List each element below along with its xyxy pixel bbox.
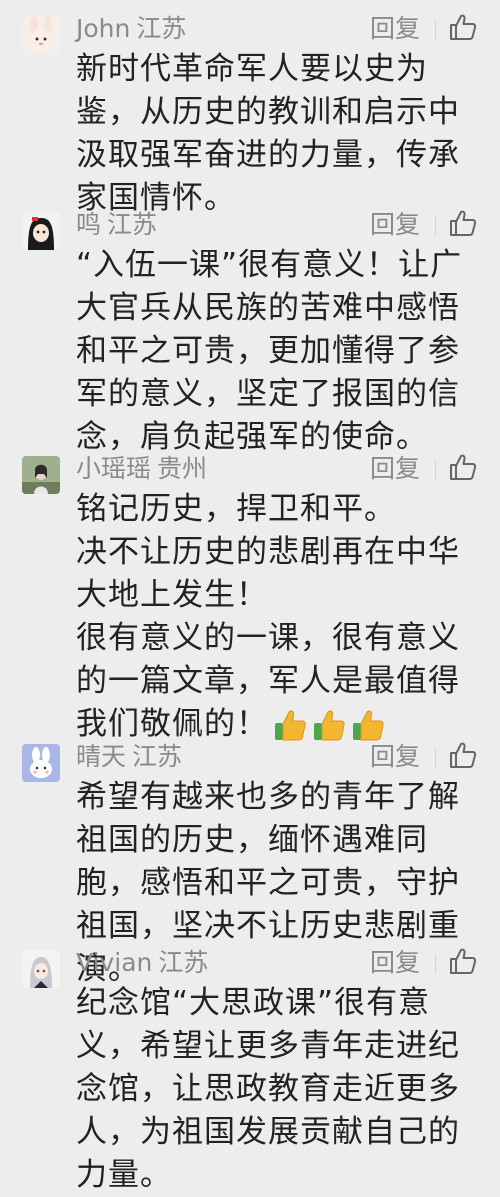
comment-meta: 鸣江苏 bbox=[76, 210, 157, 240]
comment-item: 鸣江苏 回复 “入伍一课”很有意义！让广大官兵从民族的苦难中感悟和平之可贵，更加… bbox=[0, 196, 500, 455]
avatar[interactable] bbox=[22, 16, 60, 54]
avatar[interactable] bbox=[22, 456, 60, 494]
reply-button[interactable]: 回复 bbox=[370, 14, 420, 44]
avatar[interactable] bbox=[22, 212, 60, 250]
divider bbox=[435, 954, 436, 974]
reply-button[interactable]: 回复 bbox=[370, 742, 420, 772]
comment-meta: Vivian 江苏 bbox=[76, 948, 208, 978]
comment-meta: John 江苏 bbox=[76, 14, 186, 44]
user-name[interactable]: 小瑶瑶 bbox=[76, 454, 151, 483]
divider bbox=[435, 216, 436, 236]
user-location: 江苏 bbox=[107, 210, 158, 239]
comment-text-content: 铭记历史，捍卫和平。 决不让历史的悲剧再在中华大地上发生！ 很有意义的一课，很有… bbox=[76, 491, 460, 742]
comment-item: 晴天 江苏 回复 希望有越来也多的青年了解祖国的历史，缅怀遇难同胞，感悟和平之可贵… bbox=[0, 728, 500, 987]
thumbs-up-icon[interactable] bbox=[448, 946, 478, 976]
user-location: 江苏 bbox=[132, 742, 183, 771]
user-location: 江苏 bbox=[158, 948, 209, 977]
avatar[interactable] bbox=[22, 950, 60, 988]
reply-button[interactable]: 回复 bbox=[370, 210, 420, 240]
comment-text: 铭记历史，捍卫和平。 决不让历史的悲剧再在中华大地上发生！ 很有意义的一课，很有… bbox=[76, 488, 476, 754]
user-name[interactable]: John bbox=[76, 14, 130, 43]
user-name[interactable]: Vivian bbox=[76, 948, 152, 977]
divider bbox=[435, 460, 436, 480]
user-name[interactable]: 鸣 bbox=[76, 210, 101, 239]
comment-text: 纪念馆“大思政课”很有意义，希望让更多青年走进纪念馆，让思政教育走近更多人，为祖… bbox=[76, 985, 460, 1193]
thumbs-up-icon[interactable] bbox=[448, 208, 478, 238]
comment-item: 小瑶瑶 贵州 回复 铭记历史，捍卫和平。 决不让历史的悲剧再在中华大地上发生！ 很… bbox=[0, 440, 500, 742]
user-location: 江苏 bbox=[136, 14, 187, 43]
thumbs-up-icon[interactable] bbox=[448, 452, 478, 482]
thumbs-up-icon[interactable] bbox=[448, 12, 478, 42]
divider bbox=[435, 748, 436, 768]
divider bbox=[435, 20, 436, 40]
thumbs-up-icon[interactable] bbox=[448, 740, 478, 770]
avatar[interactable] bbox=[22, 744, 60, 782]
comment-meta: 小瑶瑶 贵州 bbox=[76, 454, 207, 484]
comment-item: Vivian 江苏 回复 纪念馆“大思政课”很有意义，希望让更多青年走进纪念馆，让… bbox=[0, 934, 500, 1193]
comment-text: “入伍一课”很有意义！让广大官兵从民族的苦难中感悟和平之可贵，更加懂得了参军的意… bbox=[76, 247, 463, 455]
reply-button[interactable]: 回复 bbox=[370, 948, 420, 978]
comment-meta: 晴天 江苏 bbox=[76, 742, 182, 772]
comment-feed: John 江苏 回复 新时代革命军人要以史为鉴，从历史的教训和启示中汲取强军奋进的… bbox=[0, 0, 500, 1193]
comment-item: John 江苏 回复 新时代革命军人要以史为鉴，从历史的教训和启示中汲取强军奋进的… bbox=[0, 0, 500, 216]
comment-text: 新时代革命军人要以史为鉴，从历史的教训和启示中汲取强军奋进的力量，传承家国情怀。 bbox=[76, 51, 460, 216]
user-name[interactable]: 晴天 bbox=[76, 742, 126, 771]
user-location: 贵州 bbox=[157, 454, 208, 483]
reply-button[interactable]: 回复 bbox=[370, 454, 420, 484]
